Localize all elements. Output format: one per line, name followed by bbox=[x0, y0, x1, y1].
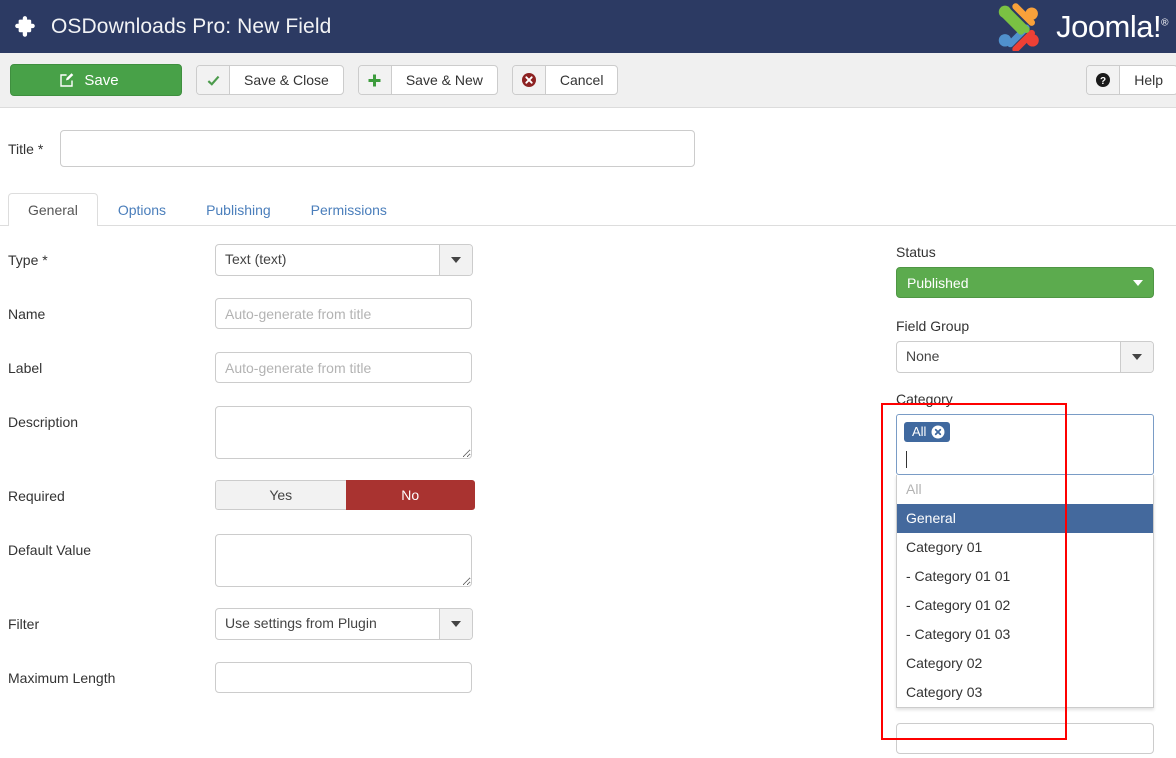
field-group-select[interactable]: None bbox=[896, 341, 1154, 373]
save-button-label: Save bbox=[84, 71, 119, 89]
type-select[interactable]: Text (text) bbox=[215, 244, 473, 276]
save-and-close-button[interactable]: Save & Close bbox=[196, 65, 344, 95]
save-and-new-label: Save & New bbox=[405, 72, 483, 88]
save-button[interactable]: Save bbox=[10, 64, 182, 96]
field-group-label: Field Group bbox=[896, 318, 970, 334]
category-option-category-01[interactable]: Category 01 bbox=[897, 533, 1153, 562]
field-row-description: Description bbox=[8, 406, 880, 480]
field-row-required: Required Yes No bbox=[8, 480, 880, 534]
field-row-default-value: Default Value bbox=[8, 534, 880, 608]
required-toggle[interactable]: Yes No bbox=[215, 480, 475, 510]
question-circle-icon: ? bbox=[1087, 66, 1121, 94]
name-input[interactable] bbox=[215, 298, 472, 329]
chevron-down-icon bbox=[1133, 279, 1143, 286]
field-row-maximum-length: Maximum Length bbox=[8, 662, 880, 716]
required-no-option[interactable]: No bbox=[345, 480, 475, 510]
puzzle-piece-icon bbox=[15, 15, 35, 37]
registered-mark: ® bbox=[1161, 17, 1168, 29]
toolbar: Save Save & Close Save & New Cancel ? He… bbox=[0, 53, 1176, 108]
type-select-value: Text (text) bbox=[225, 251, 287, 267]
joomla-wordmark: Joomla!® bbox=[1056, 9, 1168, 45]
tab-permissions[interactable]: Permissions bbox=[291, 193, 407, 226]
category-option-category-02[interactable]: Category 02 bbox=[897, 649, 1153, 678]
joomla-brand-mark bbox=[998, 3, 1039, 51]
times-circle-icon bbox=[512, 66, 546, 94]
filter-label: Filter bbox=[8, 616, 40, 632]
page-title: OSDownloads Pro: New Field bbox=[51, 14, 332, 38]
pencil-square-icon bbox=[60, 73, 74, 87]
category-option-general[interactable]: General bbox=[897, 504, 1153, 533]
field-row-filter: Filter Use settings from Plugin bbox=[8, 608, 880, 662]
default-value-textarea[interactable] bbox=[215, 534, 472, 587]
close-circle-icon[interactable] bbox=[931, 425, 945, 439]
chevron-down-icon bbox=[439, 245, 472, 275]
tab-general[interactable]: General bbox=[8, 193, 98, 226]
next-field-input[interactable] bbox=[896, 723, 1154, 754]
status-select-value: Published bbox=[907, 274, 969, 291]
save-and-close-label: Save & Close bbox=[244, 72, 329, 88]
plus-icon bbox=[358, 66, 392, 94]
title-row: Title * bbox=[0, 108, 1176, 167]
category-label: Category bbox=[896, 391, 953, 407]
cancel-button-label: Cancel bbox=[559, 72, 604, 88]
category-option-all: All bbox=[906, 481, 922, 497]
category-option-category-01-02[interactable]: - Category 01 02 bbox=[897, 591, 1153, 620]
category-multiselect[interactable]: All bbox=[896, 414, 1154, 475]
save-and-new-button[interactable]: Save & New bbox=[357, 65, 498, 95]
required-yes-option[interactable]: Yes bbox=[215, 480, 346, 510]
tab-bar: General Options Publishing Permissions bbox=[0, 192, 1176, 226]
form-content: Type * Text (text) Name Label Descriptio… bbox=[0, 226, 1176, 754]
field-row-label: Label bbox=[8, 352, 880, 406]
joomla-wordmark-text: Joomla! bbox=[1056, 9, 1162, 44]
category-chip-label: All bbox=[912, 424, 927, 439]
category-option-category-01-03[interactable]: - Category 01 03 bbox=[897, 620, 1153, 649]
joomla-logo: Joomla!® bbox=[992, 3, 1168, 51]
field-group-select-value: None bbox=[906, 348, 940, 364]
description-label: Description bbox=[8, 414, 79, 430]
help-button-label: Help bbox=[1134, 72, 1163, 88]
cancel-button[interactable]: Cancel bbox=[511, 65, 619, 95]
tab-options[interactable]: Options bbox=[98, 193, 186, 226]
field-row-type: Type * Text (text) bbox=[8, 244, 880, 298]
status-label: Status bbox=[896, 244, 936, 260]
category-option-category-01-01[interactable]: - Category 01 01 bbox=[897, 562, 1153, 591]
default-value-label: Default Value bbox=[8, 542, 92, 558]
description-textarea[interactable] bbox=[215, 406, 472, 459]
type-label: Type * bbox=[8, 252, 48, 268]
help-button[interactable]: ? Help bbox=[1086, 65, 1176, 95]
form-right-column: Status Published Field Group None Catego… bbox=[880, 244, 1176, 754]
form-left-column: Type * Text (text) Name Label Descriptio… bbox=[0, 244, 880, 716]
check-icon bbox=[197, 66, 230, 94]
maximum-length-input[interactable] bbox=[215, 662, 472, 693]
label-field-label: Label bbox=[8, 360, 43, 376]
category-dropdown-list: All General Category 01 - Category 01 01… bbox=[896, 475, 1154, 708]
field-row-name: Name bbox=[8, 298, 880, 352]
app-header: OSDownloads Pro: New Field Joomla!® bbox=[0, 0, 1176, 53]
chevron-down-icon bbox=[439, 609, 472, 639]
maximum-length-label: Maximum Length bbox=[8, 670, 116, 686]
label-input[interactable] bbox=[215, 352, 472, 383]
category-option-category-03[interactable]: Category 03 bbox=[897, 678, 1153, 707]
required-label: Required bbox=[8, 488, 65, 504]
category-chip-all[interactable]: All bbox=[904, 422, 951, 442]
tab-publishing[interactable]: Publishing bbox=[186, 193, 291, 226]
filter-select-value: Use settings from Plugin bbox=[225, 615, 377, 631]
category-field: Category All All General Category 01 - C… bbox=[896, 391, 1176, 708]
category-text-cursor bbox=[906, 451, 907, 468]
status-select[interactable]: Published bbox=[896, 267, 1154, 298]
chevron-down-icon bbox=[1120, 342, 1153, 372]
name-label: Name bbox=[8, 306, 46, 322]
title-input[interactable] bbox=[60, 130, 695, 167]
svg-text:?: ? bbox=[1100, 76, 1106, 87]
filter-select[interactable]: Use settings from Plugin bbox=[215, 608, 473, 640]
title-label: Title * bbox=[8, 140, 44, 157]
